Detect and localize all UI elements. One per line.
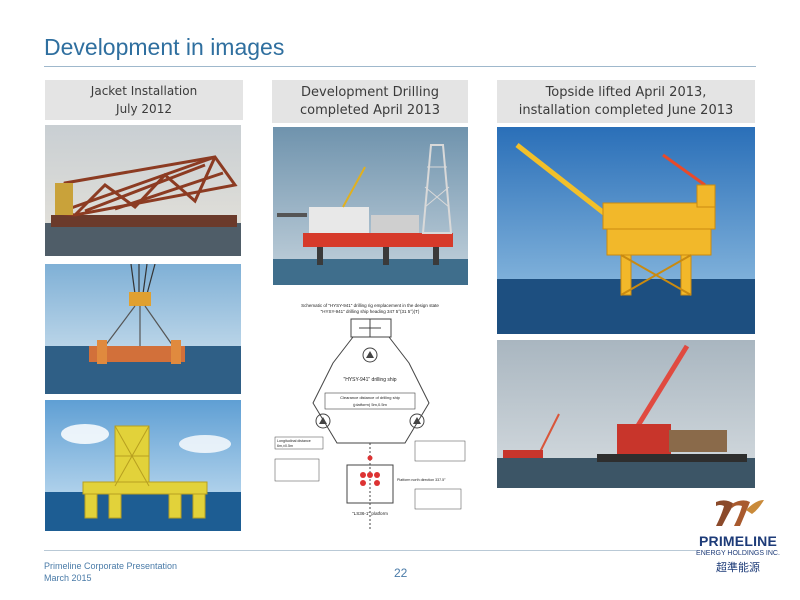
schematic-north-label: Platform north direction 337.5° (397, 478, 446, 482)
caption-drilling-line2: completed April 2013 (299, 102, 441, 118)
photo-jacket-on-barge (45, 125, 241, 256)
schematic-leg-label-2: 6m,±0.5m (277, 444, 293, 448)
caption-topside: Topside lifted April 2013, installation … (497, 80, 755, 123)
schematic-clearance-label-2: (platform) 5m,0.5m (353, 402, 387, 407)
slide-title: Development in images (44, 34, 285, 60)
footer-divider (44, 550, 696, 551)
caption-jacket-line1: Jacket Installation (90, 84, 198, 98)
photo-installed-jacket (45, 400, 241, 531)
caption-topside-line2: installation completed June 2013 (518, 102, 734, 118)
logo-mark-icon (716, 500, 764, 526)
logo-subtitle: ENERGY HOLDINGS INC. (696, 550, 780, 557)
photo-topside-platform (497, 127, 755, 334)
page-number: 22 (394, 566, 408, 580)
title-divider (44, 66, 756, 67)
schematic-rig-label: "HYSY-941" drilling ship (343, 377, 396, 383)
schematic-heading-line2: "HYSY-941" drilling ship heading 347 5°(… (321, 309, 420, 314)
caption-topside-line1: Topside lifted April 2013, (545, 84, 707, 100)
footer-date: March 2015 (44, 573, 92, 583)
caption-development-drilling: Development Drilling completed April 201… (272, 80, 468, 123)
logo-name: PRIMELINE (698, 533, 778, 549)
caption-jacket-installation: Jacket Installation July 2012 (45, 80, 243, 120)
rig-emplacement-schematic: Schematic of "HYSY-941" drilling rig emp… (273, 293, 468, 529)
schematic-platform-label: "LS36-1" platform (352, 511, 388, 516)
caption-jacket-line2: July 2012 (116, 102, 172, 116)
schematic-heading-line1: Schematic of "HYSY-941" drilling rig emp… (301, 303, 439, 308)
primeline-logo: PRIMELINE ENERGY HOLDINGS INC. 超準能源 (694, 496, 782, 574)
photo-drilling-rig (273, 127, 468, 285)
caption-drilling-line1: Development Drilling (301, 84, 439, 100)
schematic-leg-label-1: Longitudinal distance (277, 439, 311, 443)
footer-presentation-name: Primeline Corporate Presentation (44, 561, 178, 571)
photo-crane-vessel (497, 340, 755, 488)
schematic-clearance-label-1: Clearance distance of drilling ship (340, 395, 401, 400)
logo-chinese-name: 超準能源 (716, 561, 760, 574)
photo-jacket-lifting (45, 264, 241, 394)
